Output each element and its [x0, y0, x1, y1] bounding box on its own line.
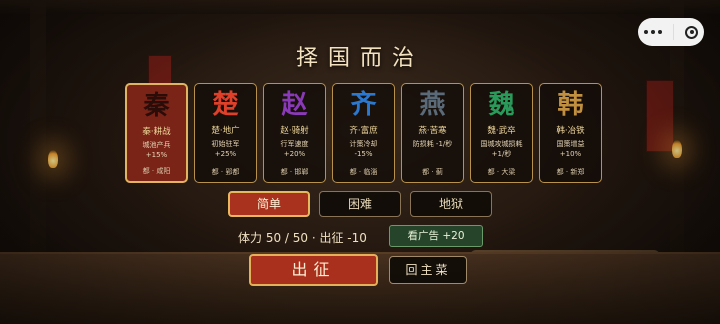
state-trait: 魏·武卒 [487, 126, 516, 136]
page-title: 择国而治 [295, 46, 424, 71]
state-glyph: 燕 [419, 90, 446, 120]
target-close-icon[interactable] [685, 25, 699, 39]
state-capital: 都 · 郢都 [211, 168, 240, 176]
state-glyph: 齐 [350, 90, 377, 120]
watch-ad-button[interactable]: 看广告 +20 [389, 225, 483, 247]
state-trait: 齐·富庶 [349, 126, 378, 136]
state-glyph: 韩 [557, 90, 584, 120]
state-card-yan[interactable]: 燕 燕·苦寒 防损耗 -1/秒 都 · 蓟 [401, 83, 464, 183]
state-bonus: 国城攻城损耗 +1/秒 [480, 140, 523, 158]
difficulty-hell-button[interactable]: 地狱 [410, 191, 492, 217]
state-bonus: 行军速度 +20% [280, 140, 309, 158]
state-capital: 都 · 临淄 [349, 168, 378, 176]
state-card-qi[interactable]: 齐 齐·富庶 计策冷却 -15% 都 · 临淄 [332, 83, 395, 183]
state-card-wei[interactable]: 魏 魏·武卒 国城攻城损耗 +1/秒 都 · 大梁 [470, 83, 533, 183]
state-bonus: 计策冷却 -15% [349, 140, 378, 158]
state-trait: 秦·耕战 [142, 127, 171, 137]
difficulty-easy-button[interactable]: 简单 [228, 191, 310, 217]
state-trait: 赵·骑射 [280, 126, 309, 136]
state-glyph: 秦 [143, 91, 170, 121]
state-capital: 都 · 新郑 [556, 168, 585, 176]
state-capital: 都 · 邯郸 [280, 168, 309, 176]
more-dots-icon[interactable] [643, 30, 662, 34]
state-capital: 都 · 咸阳 [142, 167, 171, 175]
state-bonus: 国策增益 +10% [556, 140, 585, 158]
state-glyph: 魏 [488, 90, 515, 120]
state-bonus: 防损耗 -1/秒 [412, 140, 453, 148]
state-card-chu[interactable]: 楚 楚·地广 初始驻军 +25% 都 · 郢都 [194, 83, 257, 183]
capsule-divider [672, 24, 674, 40]
state-card-zhao[interactable]: 赵 赵·骑射 行军速度 +20% 都 · 邯郸 [263, 83, 326, 183]
state-capital: 都 · 蓟 [422, 168, 443, 176]
state-bonus: 城池产兵 +15% [142, 141, 171, 159]
start-campaign-button[interactable]: 出征 [249, 254, 378, 286]
state-bonus: 初始驻军 +25% [211, 140, 240, 158]
state-trait: 燕·苦寒 [418, 126, 447, 136]
state-capital: 都 · 大梁 [487, 168, 516, 176]
difficulty-hard-button[interactable]: 困难 [319, 191, 401, 217]
state-trait: 韩·冶铁 [556, 126, 585, 136]
state-card-list: 秦 秦·耕战 城池产兵 +15% 都 · 咸阳 楚 楚·地广 初始驻军 +25%… [125, 83, 602, 183]
state-glyph: 楚 [212, 90, 239, 120]
state-card-qin[interactable]: 秦 秦·耕战 城池产兵 +15% 都 · 咸阳 [125, 83, 188, 183]
difficulty-selector: 简单 困难 地狱 [228, 191, 492, 217]
main-menu-button[interactable]: 回主菜 [389, 256, 467, 284]
state-trait: 楚·地广 [211, 126, 240, 136]
state-card-han[interactable]: 韩 韩·冶铁 国策增益 +10% 都 · 新郑 [539, 83, 602, 183]
state-glyph: 赵 [281, 90, 308, 120]
stamina-status: 体力 50 / 50 · 出征 -10 [238, 231, 367, 245]
